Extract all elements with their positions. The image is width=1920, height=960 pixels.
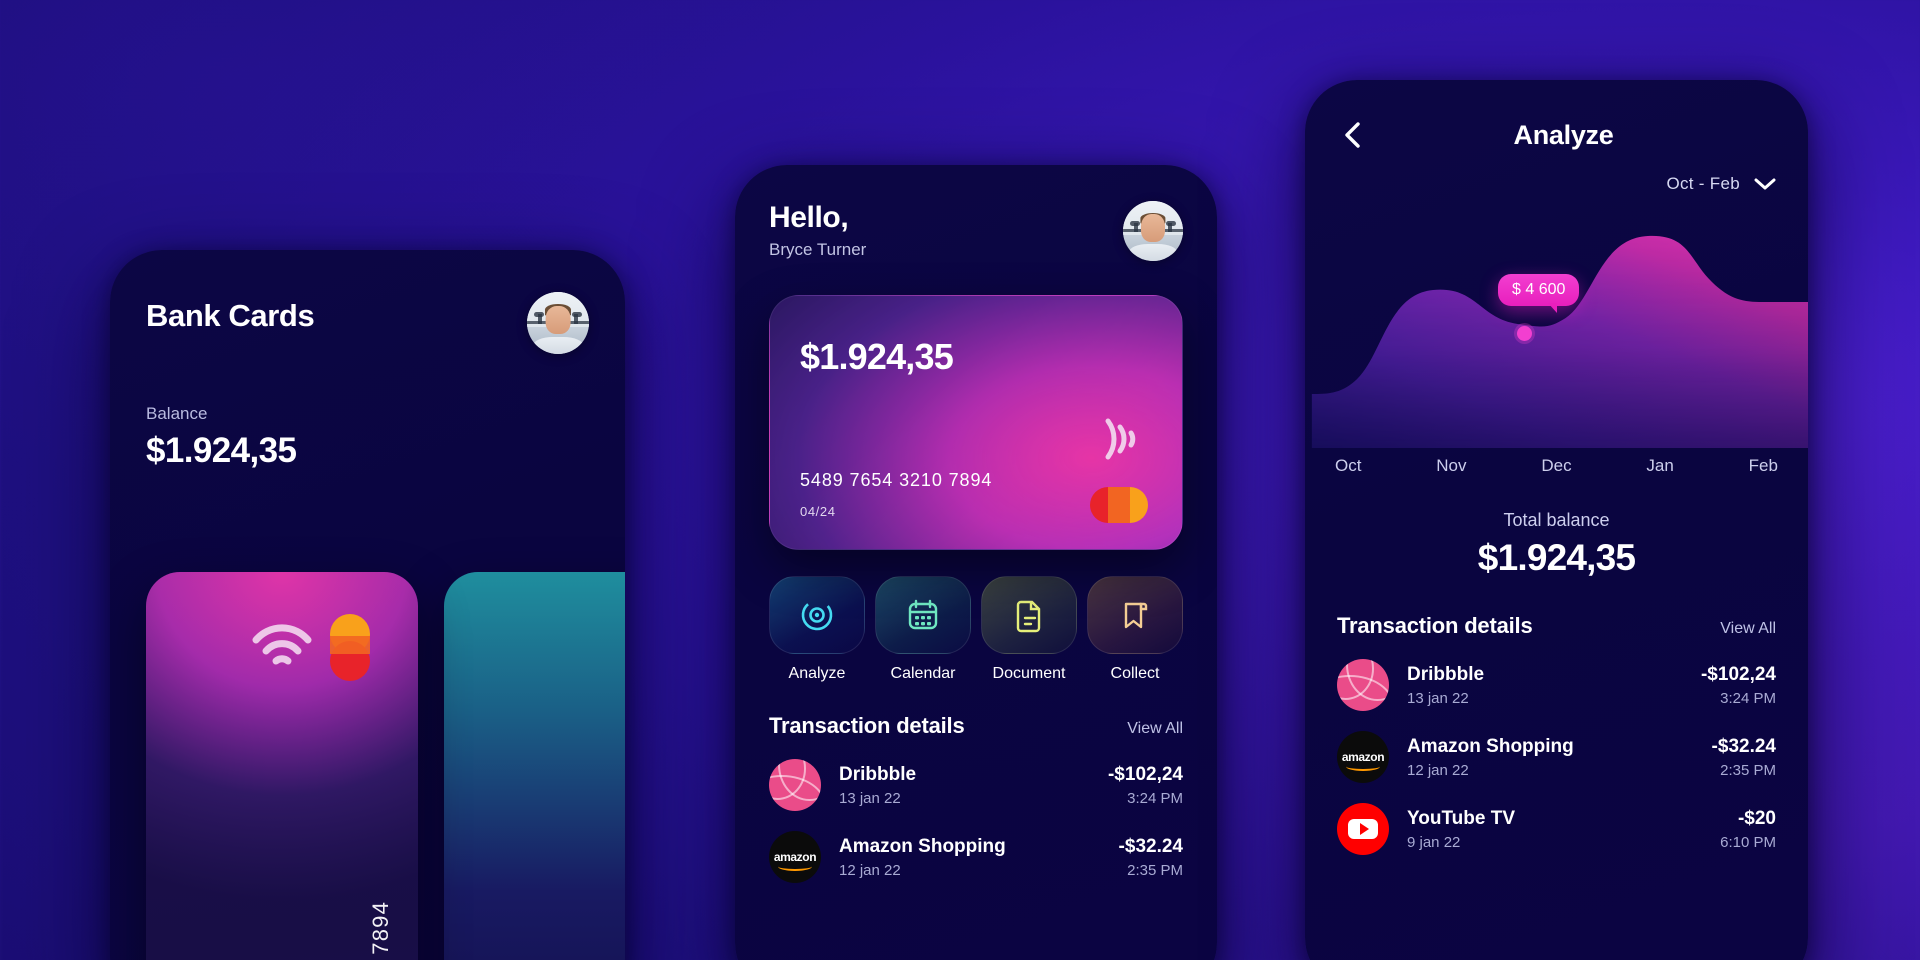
credit-card[interactable]: $1.924,35 5489 7654 3210 7894 04/24 [769,295,1183,550]
total-balance-value: $1.924,35 [1477,537,1636,578]
amazon-icon: amazon [769,831,821,883]
action-label: Collect [1110,665,1160,682]
user-name: Bryce Turner [769,240,867,259]
dribbble-icon [1337,659,1389,711]
action-collect[interactable]: Collect [1087,576,1183,683]
transaction-name: YouTube TV [1407,807,1516,829]
action-analyze[interactable]: Analyze [769,576,865,683]
transactions-header: Transaction details View All [769,713,1183,739]
table-row[interactable]: amazon Amazon Shopping 12 jan 22 -$32.24… [1337,731,1776,783]
transaction-name: Dribbble [1407,663,1485,685]
transaction-date: 12 jan 22 [839,861,901,879]
axis-tick: Feb [1748,456,1778,475]
table-row[interactable]: Dribbble 13 jan 22 -$102,24 3:24 PM [1337,659,1776,711]
page-title: Bank Cards [146,298,315,333]
bank-card-primary[interactable]: 3210 7894 [146,572,418,960]
quick-actions: Analyze Calendar Document Collect [769,576,1183,683]
transaction-date: 13 jan 22 [1407,689,1469,707]
phone-bank-cards: Bank Cards Balance $1.924,35 3210 7894 [110,250,625,960]
transaction-time: 3:24 PM [1720,689,1776,707]
action-label: Document [992,665,1066,682]
dribbble-icon [769,759,821,811]
mastercard-icon [322,614,382,681]
chart-svg [1311,235,1808,448]
transactions-header: Transaction details View All [1337,613,1776,639]
chart-data-point[interactable] [1517,326,1532,341]
youtube-icon [1337,803,1389,855]
phone-analyze: Analyze Oct - Feb $ 4 600 Oct Nov Dec Ja… [1305,80,1808,960]
transaction-date: 9 jan 22 [1407,833,1461,851]
table-row[interactable]: amazon Amazon Shopping 12 jan 22 -$32.24… [769,831,1183,883]
transaction-amount: -$32.24 [1711,735,1776,757]
date-range-selector[interactable]: Oct - Feb [1305,174,1808,194]
avatar[interactable] [527,292,589,354]
document-icon [1016,600,1041,633]
bookmark-icon [1124,602,1148,629]
transaction-name: Amazon Shopping [839,835,1006,857]
date-range-label: Oct - Feb [1666,174,1740,193]
balance-label: Balance [146,404,208,423]
transaction-amount: -$102,24 [1107,763,1183,785]
analyze-donut-icon [801,599,833,631]
page-title: Analyze [1513,119,1614,150]
transaction-time: 6:10 PM [1720,833,1776,851]
card-stack: 3210 7894 [146,572,625,960]
axis-tick: Jan [1646,456,1674,475]
action-document[interactable]: Document [981,576,1077,683]
card-expiry: 04/24 [800,504,836,519]
axis-tick: Oct [1335,456,1362,475]
transaction-name: Dribbble [839,763,917,785]
card-number: 5489 7654 3210 7894 [800,470,993,490]
greeting: Hello, [769,201,849,234]
calendar-icon [908,599,938,630]
transaction-time: 2:35 PM [1720,761,1776,779]
amazon-icon: amazon [1337,731,1389,783]
transaction-time: 3:24 PM [1127,789,1183,807]
transaction-date: 12 jan 22 [1407,761,1469,779]
axis-tick: Nov [1436,456,1467,475]
transaction-amount: -$20 [1737,807,1776,829]
phone-home: Hello, Bryce Turner $1.924,35 5489 7654 … [735,165,1217,960]
bank-card-secondary[interactable] [444,572,625,960]
contactless-icon [252,624,312,665]
transaction-amount: -$102,24 [1700,663,1776,685]
table-row[interactable]: YouTube TV 9 jan 22 -$20 6:10 PM [1337,803,1776,855]
middle-header: Hello, Bryce Turner [769,201,1183,261]
card-amount: $1.924,35 [800,336,954,377]
view-all-link[interactable]: View All [1720,620,1776,638]
table-row[interactable]: Dribbble 13 jan 22 -$102,24 3:24 PM [769,759,1183,811]
transaction-time: 2:35 PM [1127,861,1183,879]
card-number: 3210 7894 [368,901,393,960]
transactions-title: Transaction details [769,713,965,738]
action-label: Analyze [788,665,846,682]
mastercard-icon [1090,487,1148,523]
left-header: Bank Cards [146,292,589,354]
axis-tick: Dec [1541,456,1572,475]
action-calendar[interactable]: Calendar [875,576,971,683]
balance-area-chart: $ 4 600 [1305,198,1808,448]
chart-tooltip: $ 4 600 [1498,274,1580,313]
total-balance-label: Total balance [1503,510,1610,530]
nfc-icon [1105,418,1136,460]
chart-x-axis: Oct Nov Dec Jan Feb [1305,456,1808,476]
transactions-title: Transaction details [1337,613,1533,638]
view-all-link[interactable]: View All [1127,720,1183,738]
action-label: Calendar [890,665,956,682]
avatar[interactable] [1123,201,1183,261]
transaction-name: Amazon Shopping [1407,735,1574,757]
chevron-down-icon [1754,178,1776,190]
transaction-date: 13 jan 22 [839,789,901,807]
balance-value: $1.924,35 [146,431,297,470]
right-navbar: Analyze [1305,80,1808,152]
transaction-amount: -$32.24 [1118,835,1183,857]
